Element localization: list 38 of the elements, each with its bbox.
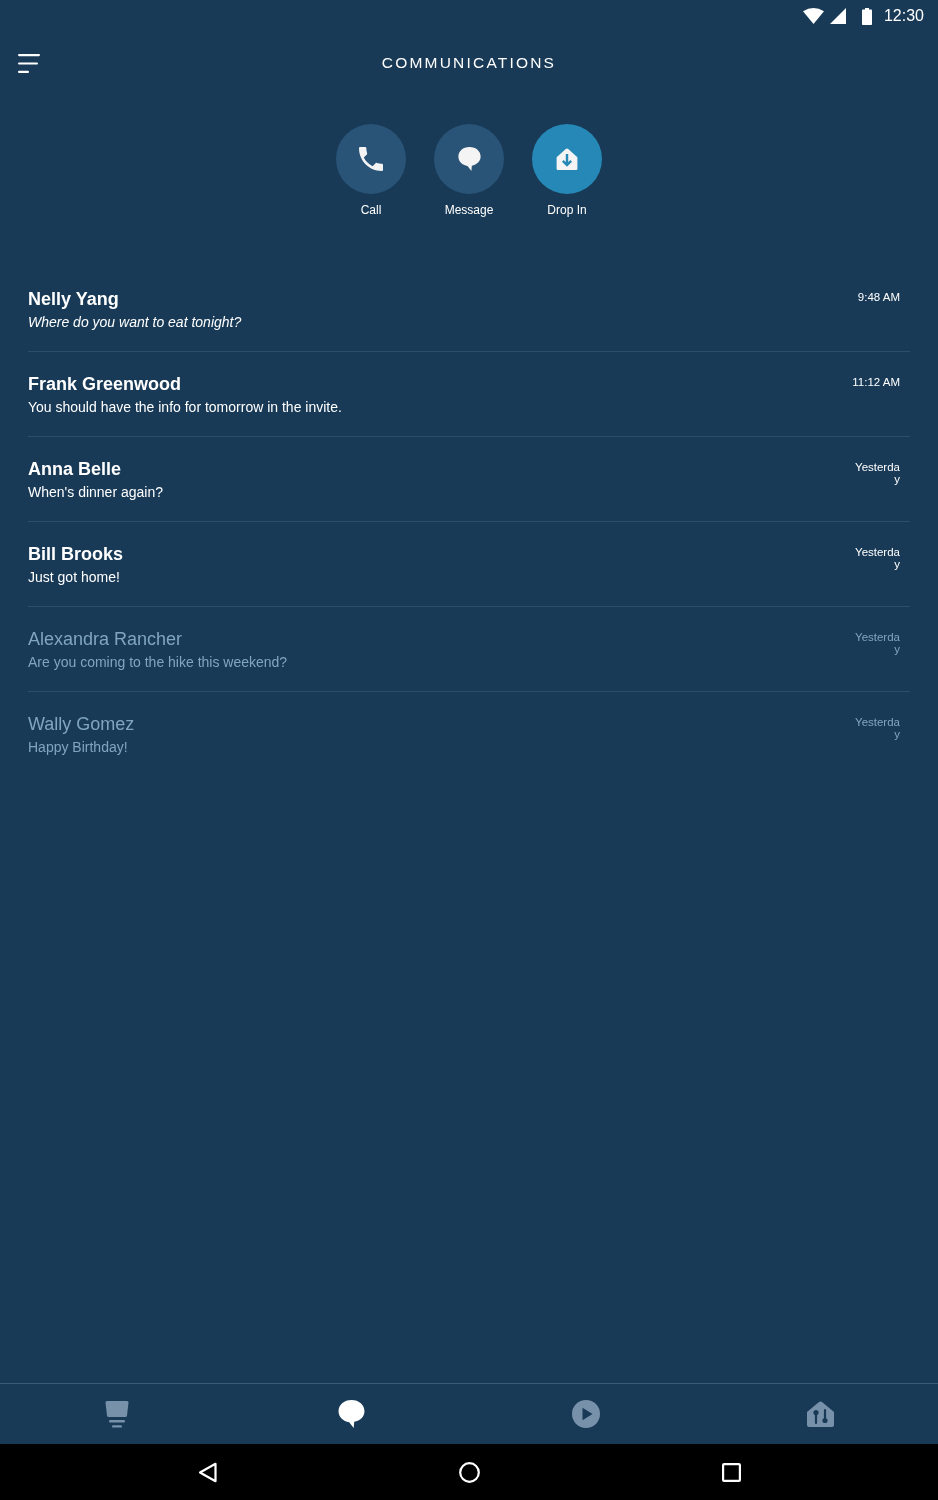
phone-icon [359,147,383,171]
recents-square-icon [721,1462,741,1482]
action-label: Drop In [547,203,587,217]
house-download-icon [555,148,579,170]
page-title: COMMUNICATIONS [380,53,558,73]
message-preview: Just got home! [28,568,121,587]
message-time: 9:48 AM [856,291,900,303]
contact-name[interactable]: Frank Greenwood [28,373,850,395]
back-icon [197,1461,217,1483]
play-icon [572,1400,601,1428]
message-preview: You should have the info for tomorrow in the invite. [28,398,343,417]
contact-name[interactable]: Anna Belle [28,458,850,480]
contact-name[interactable]: Bill Brooks [28,543,850,565]
home-circle-icon [458,1461,480,1483]
message-time: Yesterday [854,716,900,740]
message-time: 11:12 AM [851,376,900,388]
status-time: 12:30 [883,6,924,26]
menu-icon [18,53,40,73]
contact-name[interactable]: Nelly Yang [28,288,850,310]
message-time: Yesterday [854,546,900,570]
house-sliders-icon [807,1401,835,1427]
action-label: Message [444,203,494,217]
message-time: Yesterday [854,631,900,655]
message-preview: Are you coming to the hike this weekend? [28,653,289,672]
action-label: Call [360,203,382,217]
contact-name[interactable]: Wally Gomez [28,713,850,735]
message-time: Yesterday [854,461,900,485]
display-icon [104,1400,131,1428]
speech-bubble-icon [338,1400,366,1428]
wifi-icon [802,8,824,24]
message-preview: Where do you want to eat tonight? [28,313,243,332]
battery-icon [861,7,872,25]
message-preview: Happy Birthday! [28,738,129,757]
contact-name[interactable]: Alexandra Rancher [28,628,850,650]
signal-icon [829,8,846,24]
menu-button[interactable] [18,53,40,73]
message-preview: When's dinner again? [28,483,164,502]
speech-bubble-icon [457,147,481,171]
